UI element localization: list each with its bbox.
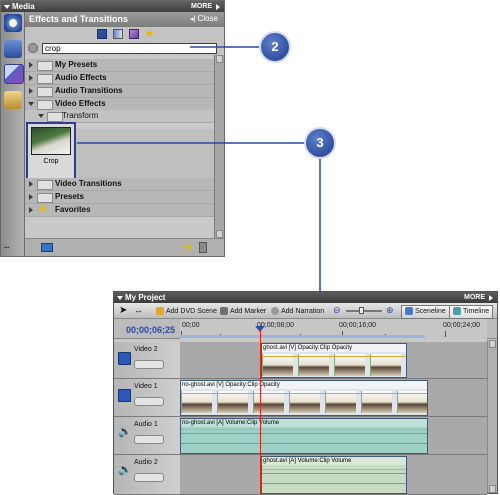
- zoom-slider[interactable]: [346, 310, 382, 312]
- track-keyframe-control[interactable]: [134, 360, 164, 369]
- waveform: [262, 483, 406, 484]
- more-arrow-icon[interactable]: [489, 295, 493, 301]
- clip-frame: [181, 391, 212, 413]
- track-name: Video 1: [134, 383, 158, 390]
- volume-line[interactable]: [181, 429, 427, 430]
- current-timecode[interactable]: 00;00;06;25: [126, 325, 175, 335]
- sceneline-toggle[interactable]: Sceneline: [401, 305, 450, 319]
- scroll-down-button[interactable]: [489, 485, 496, 493]
- work-area-bar[interactable]: [180, 335, 425, 338]
- time-ruler[interactable]: 00;00 00;00;08;00 00;00;16;00 00;00;24;0…: [180, 319, 487, 339]
- project-panel: My Project MORE ➤ ↔ Add DVD Scene Add Ma…: [113, 291, 498, 495]
- video-clip[interactable]: no-ghost.avi [V] Opacity:Clip Opacity: [180, 380, 428, 416]
- timeline-icon: [453, 307, 461, 316]
- clip-frame: [217, 391, 248, 413]
- project-more-button[interactable]: MORE: [464, 292, 485, 303]
- track-keyframe-control[interactable]: [134, 473, 164, 482]
- track-name: Audio 2: [134, 459, 158, 466]
- zoom-in-icon[interactable]: ⊕: [386, 305, 394, 316]
- track-video-2: Video 2 ghost.avi [V] Opacity:Clip Opaci…: [114, 342, 487, 379]
- clip-header: no-ghost.avi [A] Volume:Clip Volume: [181, 419, 427, 427]
- microphone-icon: [271, 307, 279, 315]
- volume-line[interactable]: [262, 469, 406, 470]
- collapse-icon[interactable]: [117, 296, 123, 300]
- add-dvd-scene-button[interactable]: Add DVD Scene: [156, 307, 217, 315]
- ruler-tick: [445, 331, 446, 337]
- track-keyframe-control[interactable]: [134, 397, 164, 406]
- timeline-toggle[interactable]: Timeline: [449, 305, 494, 319]
- speaker-icon[interactable]: 🔈: [118, 425, 132, 438]
- add-narration-button[interactable]: Add Narration: [271, 307, 324, 315]
- ruler-label: 00;00;16;00: [339, 322, 376, 329]
- track-keyframe-control[interactable]: [134, 435, 164, 444]
- add-marker-button[interactable]: Add Marker: [220, 307, 266, 315]
- clip-frame: [262, 354, 293, 376]
- speaker-icon[interactable]: 🔈: [118, 463, 132, 476]
- project-titlebar: My Project MORE: [114, 292, 497, 303]
- add-dvd-scene-label: Add DVD Scene: [166, 307, 217, 315]
- waveform: [181, 433, 427, 434]
- track-body: no-ghost.avi [V] Opacity:Clip Opacity: [180, 379, 487, 416]
- clip-frame: [334, 354, 365, 376]
- sceneline-icon: [405, 307, 413, 316]
- ruler-label: 00;00;24;00: [443, 322, 480, 329]
- add-marker-label: Add Marker: [230, 307, 267, 315]
- track-body: ghost.avi [V] Opacity:Clip Opacity: [180, 342, 487, 378]
- project-title: My Project: [125, 293, 166, 302]
- scroll-up-button[interactable]: [489, 340, 496, 348]
- audio-clip[interactable]: no-ghost.avi [A] Volume:Clip Volume: [180, 418, 428, 454]
- track-audio-2: 🔈 Audio 2 ghost.avi [A] Volume:Clip Volu…: [114, 455, 487, 495]
- track-header: Video 1: [114, 379, 181, 416]
- callout-3: 3: [304, 127, 336, 159]
- clip-frame: [325, 391, 356, 413]
- video-track-icon[interactable]: [118, 352, 131, 365]
- selection-tool-icon[interactable]: ➤: [119, 305, 127, 316]
- marker-icon: [220, 307, 228, 315]
- track-body: no-ghost.avi [A] Volume:Clip Volume: [180, 417, 487, 454]
- video-track-icon[interactable]: [118, 389, 131, 402]
- time-stretch-icon[interactable]: ↔: [134, 305, 143, 315]
- track-audio-1: 🔈 Audio 1 no-ghost.avi [A] Volume:Clip V…: [114, 417, 487, 455]
- clip-frame: [397, 391, 427, 413]
- sceneline-label: Sceneline: [415, 308, 446, 315]
- opacity-line[interactable]: [262, 356, 406, 357]
- dvd-scene-icon: [156, 307, 164, 315]
- track-video-1: Video 1 no-ghost.avi [V] Opacity:Clip Op…: [114, 379, 487, 417]
- current-time-indicator[interactable]: [260, 329, 261, 494]
- track-header: 🔈 Audio 1: [114, 417, 181, 454]
- project-toolbar: ➤ ↔ Add DVD Scene Add Marker Add Narrati…: [114, 303, 497, 319]
- zoom-out-icon[interactable]: ⊖: [333, 305, 341, 316]
- track-name: Video 2: [134, 346, 158, 353]
- clip-header: ghost.avi [V] Opacity:Clip Opacity: [262, 344, 406, 352]
- timeline-scrollbar[interactable]: [487, 340, 497, 493]
- track-header: Video 2: [114, 342, 181, 378]
- zoom-slider-thumb[interactable]: [359, 307, 364, 314]
- add-narration-label: Add Narration: [281, 307, 325, 315]
- callout-2: 2: [259, 31, 291, 63]
- track-body: ghost.avi [A] Volume:Clip Volume: [180, 455, 487, 494]
- video-clip[interactable]: ghost.avi [V] Opacity:Clip Opacity: [261, 343, 407, 378]
- track-header: 🔈 Audio 2: [114, 455, 181, 494]
- opacity-line[interactable]: [181, 393, 427, 394]
- waveform: [181, 443, 427, 444]
- waveform: [262, 473, 406, 474]
- audio-clip[interactable]: ghost.avi [A] Volume:Clip Volume: [261, 456, 407, 494]
- timeline-ruler-area: 00;00;06;25 00;00 00;00;08;00 00;00;16;0…: [114, 319, 497, 339]
- clip-frame: [289, 391, 320, 413]
- track-name: Audio 1: [134, 421, 158, 428]
- clip-frame: [253, 391, 284, 413]
- ruler-label: 00;00: [182, 322, 200, 329]
- clip-frame: [361, 391, 392, 413]
- clip-header: no-ghost.avi [V] Opacity:Clip Opacity: [181, 381, 427, 389]
- clip-frame: [370, 354, 401, 376]
- clip-header: ghost.avi [A] Volume:Clip Volume: [262, 457, 406, 465]
- clip-frame: [298, 354, 329, 376]
- timeline-label: Timeline: [463, 308, 490, 315]
